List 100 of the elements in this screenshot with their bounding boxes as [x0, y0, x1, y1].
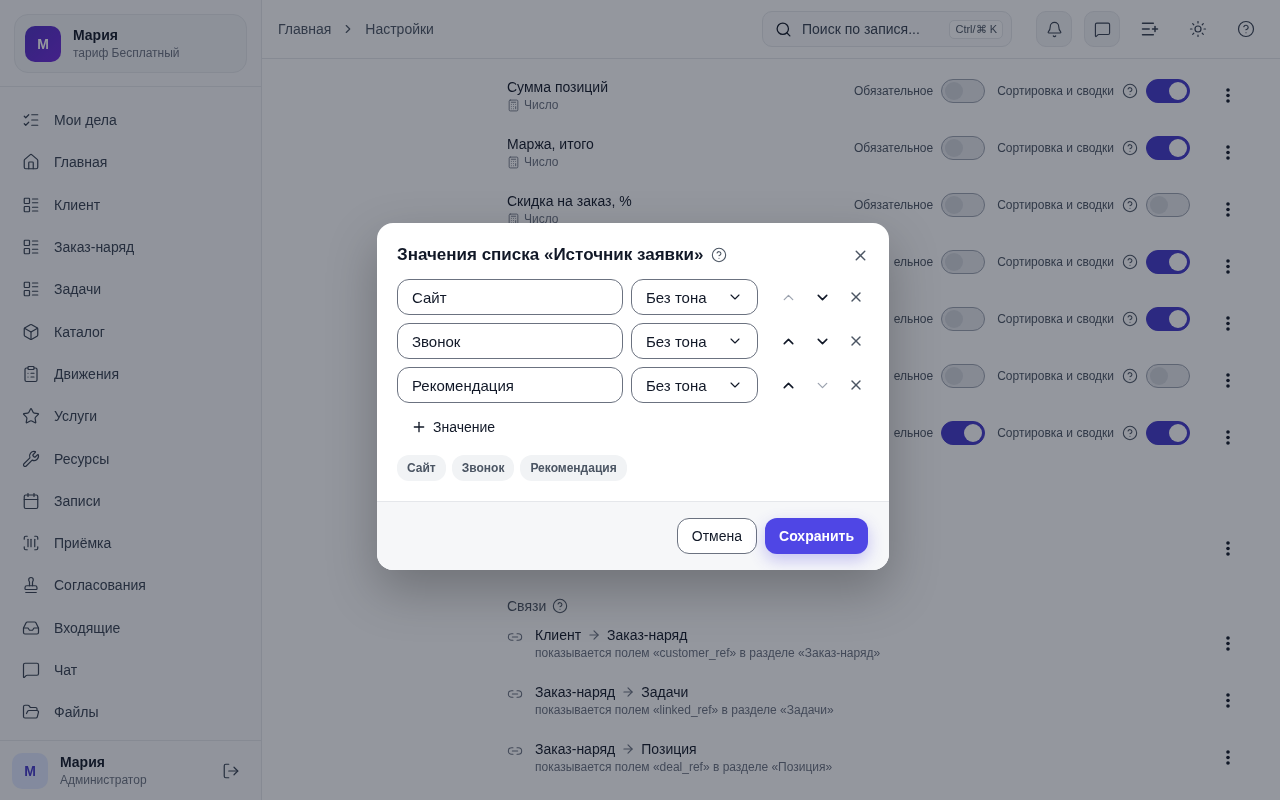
search-field[interactable]: Поиск по запися... Ctrl/⌘ K [762, 11, 1012, 47]
required-label: ельное [892, 369, 934, 383]
sort-toggle[interactable] [1146, 136, 1190, 160]
required-toggle[interactable] [941, 421, 986, 445]
sidebar-item[interactable]: Услуги [10, 395, 251, 438]
shortcut-hint: Ctrl/⌘ K [949, 19, 1003, 39]
more-icon [1226, 201, 1230, 217]
link-source: Заказ-наряд [535, 741, 616, 757]
field-type: Число [524, 98, 559, 112]
tone-select[interactable]: Без тона [631, 279, 758, 315]
required-toggle[interactable] [941, 250, 986, 274]
calculator-icon [507, 98, 520, 112]
sidebar-item[interactable]: Входящие [10, 606, 251, 649]
dialog-title: Значения списка «Источник заявки» [397, 245, 704, 265]
chat-icon [1093, 20, 1111, 38]
sort-toggle[interactable] [1146, 307, 1190, 331]
help-icon [711, 247, 728, 263]
sidebar-item-icon [22, 703, 40, 722]
sort-toggle[interactable] [1146, 250, 1190, 274]
sidebar-item[interactable]: Каталог [10, 310, 251, 353]
sidebar-item-icon [22, 238, 40, 257]
sidebar-item-icon [22, 153, 40, 172]
value-input[interactable]: Рекомендация [397, 367, 623, 403]
sidebar-item[interactable]: Мои дела [10, 99, 251, 142]
user-name: Мария [60, 754, 106, 770]
link-note: показывается полем «customer_ref» в разделе «Заказ-наряд» [535, 646, 882, 660]
arrow-icon [587, 628, 602, 642]
cancel-button[interactable]: Отмена [676, 518, 758, 554]
search-icon [775, 20, 792, 38]
field-type: Число [524, 212, 559, 226]
sort-label: Сортировка и сводки [997, 255, 1114, 269]
sort-toggle[interactable] [1146, 193, 1190, 217]
required-toggle[interactable] [941, 79, 986, 103]
field-type: Число [524, 155, 559, 169]
value-input[interactable]: Сайт [397, 279, 623, 315]
sidebar-item-icon [22, 576, 40, 595]
sidebar-item[interactable]: Задачи [10, 268, 251, 311]
sun-icon [1189, 20, 1207, 38]
more-icon [1226, 87, 1230, 103]
sidebar-item[interactable]: Согласования [10, 564, 251, 607]
required-label: ельное [892, 312, 934, 326]
sidebar-item[interactable]: Движения [10, 352, 251, 396]
list-plus-icon [1140, 19, 1160, 39]
more-icon [1226, 635, 1230, 651]
sort-label: Сортировка и сводки [997, 312, 1114, 326]
sort-toggle[interactable] [1146, 79, 1190, 103]
account-card[interactable]: М Мария тариф Бесплатный [14, 14, 247, 73]
notifications-button[interactable] [1036, 11, 1072, 47]
user-role: Администратор [60, 773, 148, 787]
add-value-button[interactable]: Значение [397, 411, 510, 443]
help-icon [1122, 197, 1138, 213]
sort-label: Сортировка и сводки [997, 369, 1114, 383]
more-icon [1226, 258, 1230, 274]
breadcrumb-link[interactable]: Настройки [365, 21, 434, 37]
link-target: Позиция [641, 741, 697, 757]
link-source: Заказ-наряд [535, 684, 616, 700]
required-label: ельное [892, 255, 934, 269]
sort-toggle[interactable] [1146, 364, 1190, 388]
more-icon [1226, 429, 1230, 445]
chat-button[interactable] [1084, 11, 1120, 47]
help-icon [552, 598, 569, 614]
sidebar-item[interactable]: Главная [10, 141, 251, 184]
more-icon [1226, 692, 1230, 708]
save-button[interactable]: Сохранить [765, 518, 868, 554]
sidebar-item[interactable]: Ресурсы [10, 437, 251, 480]
sidebar-item[interactable]: Клиент [10, 183, 251, 226]
more-icon [1226, 749, 1230, 765]
required-toggle[interactable] [941, 364, 986, 388]
required-toggle[interactable] [941, 193, 986, 217]
link-target: Задачи [641, 684, 689, 700]
required-label: Обязательное [852, 198, 934, 212]
sidebar-item[interactable]: Приёмка [10, 521, 251, 565]
more-icon [1226, 372, 1230, 388]
value-input[interactable]: Звонок [397, 323, 623, 359]
required-label: Обязательное [852, 84, 934, 98]
sidebar-item[interactable]: Чат [10, 648, 251, 692]
sort-label: Сортировка и сводки [997, 426, 1114, 440]
calculator-icon [507, 155, 520, 169]
breadcrumb-link[interactable]: Главная [278, 21, 332, 37]
sidebar-item-icon [22, 491, 40, 510]
sidebar-item[interactable]: Заказ-наряд [10, 225, 251, 269]
search-input[interactable]: Поиск по запися... [800, 20, 942, 38]
sidebar-item[interactable]: Файлы [10, 691, 251, 734]
tone-select[interactable]: Без тона [631, 323, 758, 359]
account-name: Мария [73, 27, 119, 43]
field-name: Сумма позиций [507, 79, 609, 95]
tone-select[interactable]: Без тона [631, 367, 758, 403]
field-name: Скидка на заказ, % [507, 193, 633, 209]
sidebar-item[interactable]: Записи [10, 479, 251, 522]
required-toggle[interactable] [941, 307, 986, 331]
sort-toggle[interactable] [1146, 421, 1190, 445]
value-chip: Сайт [397, 455, 446, 481]
help-icon [1122, 425, 1138, 441]
logout-icon [222, 761, 240, 780]
plus-icon [411, 419, 427, 435]
sidebar-item-icon [22, 364, 40, 383]
help-icon [1122, 368, 1138, 384]
account-plan: тариф Бесплатный [73, 46, 180, 60]
required-toggle[interactable] [941, 136, 986, 160]
more-icon [1226, 144, 1230, 160]
